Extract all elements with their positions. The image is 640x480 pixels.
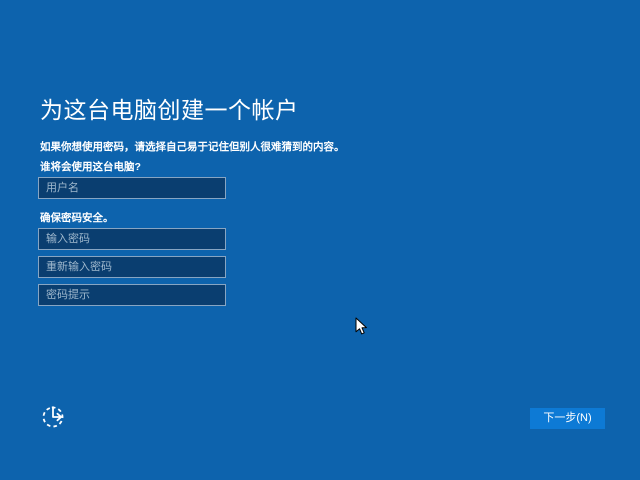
ease-of-access-icon [40,418,68,433]
password-secure-label: 确保密码安全。 [40,210,114,225]
password-input[interactable] [38,228,226,250]
arrow-cursor-icon [355,317,368,336]
password-hint-input[interactable] [38,284,226,306]
confirm-password-input[interactable] [38,256,226,278]
username-input[interactable] [38,177,226,199]
oobe-create-account-screen: 为这台电脑创建一个帐户 如果你想使用密码，请选择自己易于记住但别人很难猜到的内容… [0,0,640,480]
page-subtitle: 如果你想使用密码，请选择自己易于记住但别人很难猜到的内容。 [40,139,345,154]
next-button[interactable]: 下一步(N) [530,408,605,429]
who-will-use-label: 谁将会使用这台电脑? [40,159,141,174]
page-title: 为这台电脑创建一个帐户 [40,91,299,125]
ease-of-access-button[interactable] [40,402,68,430]
